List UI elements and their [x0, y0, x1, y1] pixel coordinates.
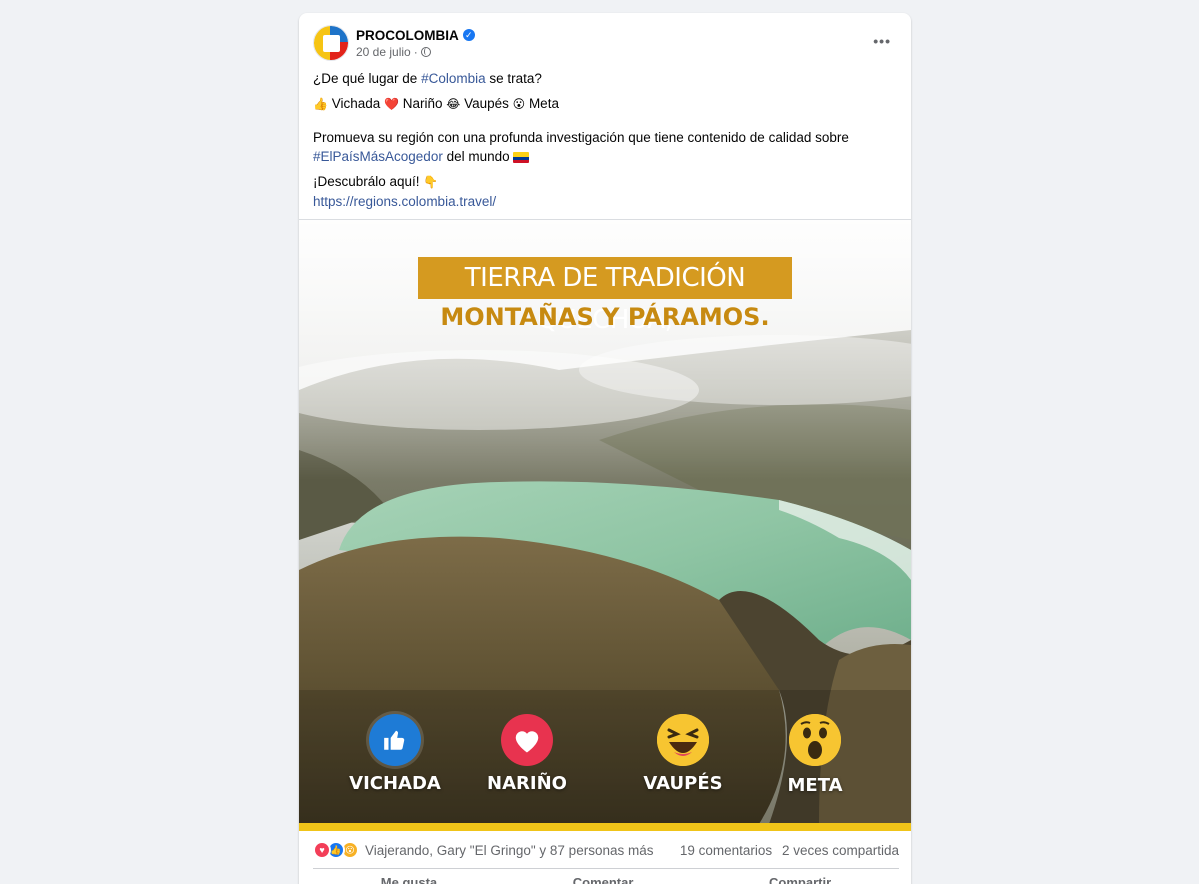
question-post: se trata? — [485, 71, 542, 86]
cta-text: ¡Descubrálo aquí! — [313, 174, 420, 189]
shares-count-link[interactable]: 2 veces compartida — [782, 843, 899, 858]
mini-love-icon: ♥ — [313, 841, 331, 859]
hashtag-elpais-link[interactable]: #ElPaísMásAcogedor — [313, 149, 443, 164]
page-name[interactable]: PROCOLOMBIA ✓ — [356, 28, 475, 43]
image-banner-line2: MONTAÑAS Y PÁRAMOS. — [440, 303, 770, 331]
post-header: PROCOLOMBIA ✓ 20 de julio · — [313, 23, 475, 63]
question-pre: ¿De qué lugar de — [313, 71, 422, 86]
more-options-button[interactable]: ••• — [873, 33, 891, 49]
love-icon — [501, 714, 553, 766]
post-cta: ¡Descubrálo aquí! 👇 https://regions.colo… — [313, 172, 899, 211]
regions-url-link[interactable]: https://regions.colombia.travel/ — [313, 194, 496, 209]
page-name-text[interactable]: PROCOLOMBIA — [356, 28, 459, 43]
image-bottom-bar — [299, 823, 911, 831]
comments-count-link[interactable]: 19 comentarios — [680, 843, 772, 858]
option-meta: Meta — [528, 96, 559, 111]
date-separator: · — [413, 44, 418, 59]
reaction-stats: ♥ 👍 😮 Viajerando, Gary "El Gringo" y 87 … — [313, 838, 899, 862]
body-pre: Promueva su región con una profunda inve… — [313, 130, 849, 145]
laughing-emoji-icon: 😂 — [446, 97, 461, 111]
wow-emoji-icon: 😮 — [512, 97, 526, 111]
option-vaupes: Vaupés — [464, 96, 509, 111]
heart-emoji-icon: ❤️ — [384, 97, 399, 111]
post-text: ¿De qué lugar de #Colombia se trata? 👍 V… — [313, 69, 899, 211]
reaction-label-narino: NARIÑO — [487, 773, 567, 794]
post-date[interactable]: 20 de julio — [356, 45, 411, 59]
wow-icon — [789, 714, 841, 766]
stats-counts: 19 comentarios 2 veces compartida — [674, 843, 899, 858]
option-vichada: Vichada — [331, 96, 381, 111]
thumbs-up-emoji-icon: 👍 — [313, 97, 328, 111]
post-subline: 20 de julio · — [356, 45, 475, 59]
like-icon — [369, 714, 421, 766]
hashtag-colombia-link[interactable]: #Colombia — [421, 71, 486, 86]
share-button[interactable]: Compartir — [769, 875, 831, 884]
option-narino: Nariño — [402, 96, 443, 111]
reaction-label-vaupes: VAUPÉS — [643, 773, 723, 794]
reactors-text[interactable]: Viajerando, Gary "El Gringo" y 87 person… — [365, 843, 653, 858]
post-actions: Me gusta Comentar Compartir — [313, 875, 899, 884]
like-button[interactable]: Me gusta — [381, 875, 437, 884]
reactions-summary[interactable]: ♥ 👍 😮 Viajerando, Gary "El Gringo" y 87 … — [313, 841, 653, 859]
globe-icon — [420, 46, 431, 57]
body-post: del mundo — [442, 149, 510, 164]
comment-button[interactable]: Comentar — [573, 875, 634, 884]
post-body: Promueva su región con una profunda inve… — [313, 128, 899, 166]
reaction-label-meta: META — [787, 775, 843, 796]
post-question: ¿De qué lugar de #Colombia se trata? — [313, 69, 899, 88]
post-card: PROCOLOMBIA ✓ 20 de julio · ••• ¿De qué … — [299, 13, 911, 884]
reaction-label-vichada: VICHADA — [349, 773, 441, 794]
post-meta: PROCOLOMBIA ✓ 20 de julio · — [356, 28, 475, 59]
post-options: 👍 Vichada ❤️ Nariño 😂 Vaupés 😮 Meta — [313, 94, 899, 114]
image-banner-line1: TIERRA DE TRADICIÓN QUECHUA, — [418, 257, 792, 335]
pointing-down-emoji-icon: 👇 — [423, 175, 439, 189]
haha-icon — [657, 714, 709, 766]
colombia-flag-icon — [513, 151, 530, 163]
actions-divider — [313, 868, 899, 869]
page-avatar[interactable] — [313, 25, 349, 61]
post-image[interactable]: TIERRA DE TRADICIÓN QUECHUA, MONTAÑAS Y … — [299, 219, 911, 823]
verified-badge-icon: ✓ — [462, 29, 475, 41]
